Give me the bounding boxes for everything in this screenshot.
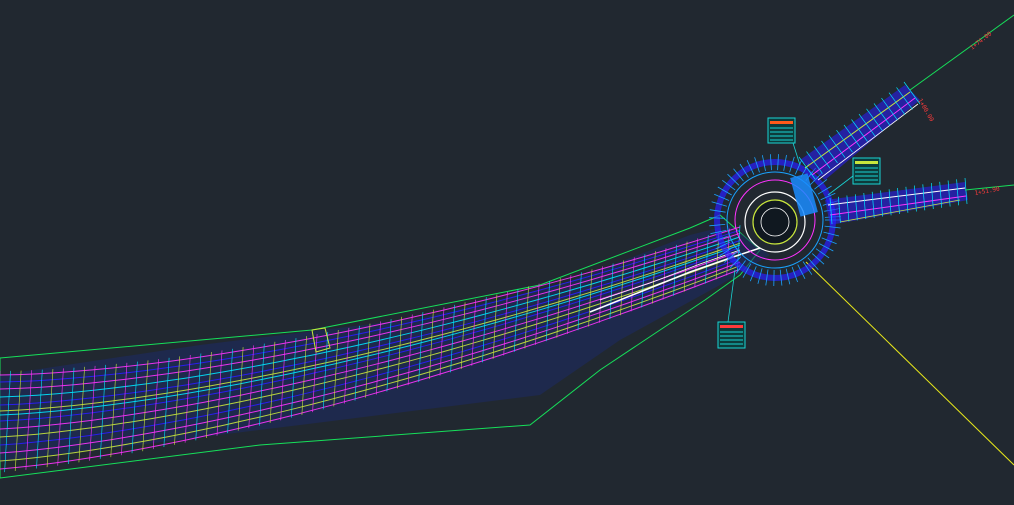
section-tag-south[interactable] [717, 321, 746, 349]
cad-drawing-viewport[interactable]: 1+74.00 1+00.00 1+51.90 [0, 0, 1014, 505]
section-tag-north[interactable] [767, 117, 796, 144]
cad-drawing-canvas[interactable]: 1+74.00 1+00.00 1+51.90 [0, 0, 1014, 505]
section-tag-east[interactable] [852, 157, 881, 185]
